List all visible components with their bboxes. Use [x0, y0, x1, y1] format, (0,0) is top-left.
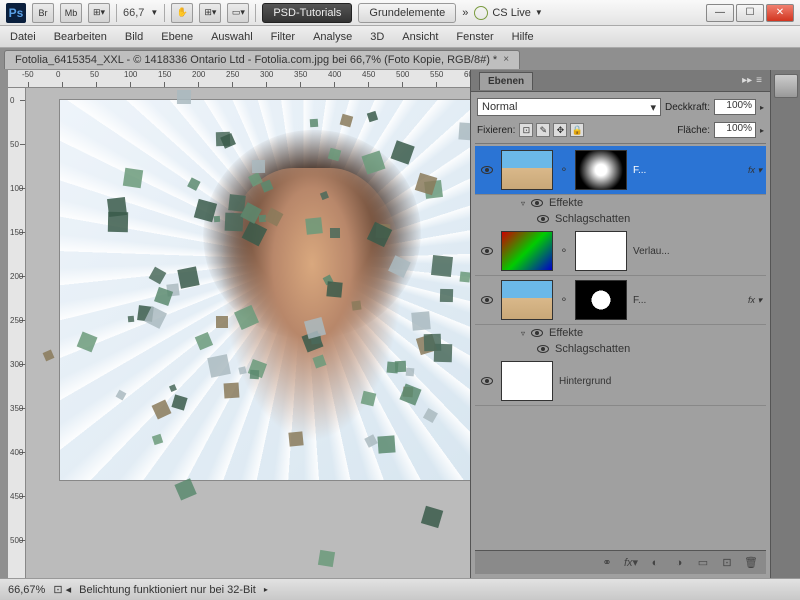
- layer-visibility-icon[interactable]: [479, 374, 495, 388]
- collapsed-panel-icon[interactable]: [774, 74, 798, 98]
- menu-bild[interactable]: Bild: [125, 31, 143, 43]
- workspace-tab-other[interactable]: Grundelemente: [358, 3, 456, 23]
- status-zoom[interactable]: 66,67%: [8, 584, 45, 596]
- layer-row[interactable]: ⚬ Verlau...: [475, 227, 766, 276]
- layer-name[interactable]: Hintergrund: [559, 376, 762, 387]
- layer-fx-badge[interactable]: fx ▾: [748, 165, 762, 176]
- status-doc-nav-icon[interactable]: ⊡ ◂: [53, 583, 71, 596]
- layer-thumbnail[interactable]: [501, 150, 553, 190]
- menu-fenster[interactable]: Fenster: [456, 31, 493, 43]
- workspace-tab-active[interactable]: PSD-Tutorials: [262, 3, 352, 23]
- lock-pixels-icon[interactable]: ✎: [536, 123, 550, 137]
- layer-mask-link-icon[interactable]: ⚬: [559, 246, 569, 257]
- new-layer-icon[interactable]: ⊡: [720, 556, 734, 570]
- more-workspaces-icon[interactable]: »: [462, 7, 468, 19]
- layer-name[interactable]: F...: [633, 165, 742, 176]
- menubar: Datei Bearbeiten Bild Ebene Auswahl Filt…: [0, 26, 800, 48]
- lock-label: Fixieren:: [477, 125, 515, 136]
- lock-all-icon[interactable]: 🔒: [570, 123, 584, 137]
- fill-label: Fläche:: [677, 125, 710, 136]
- menu-ansicht[interactable]: Ansicht: [402, 31, 438, 43]
- layer-effect-dropshadow[interactable]: Schlagschatten: [475, 341, 766, 357]
- layer-thumbnail[interactable]: [501, 231, 553, 271]
- menu-ebene[interactable]: Ebene: [161, 31, 193, 43]
- cslive-button[interactable]: CS Live▼: [474, 6, 542, 20]
- cslive-icon: [474, 6, 488, 20]
- opacity-label: Deckkraft:: [665, 102, 710, 113]
- document-close-icon[interactable]: ×: [503, 54, 509, 65]
- lock-position-icon[interactable]: ✥: [553, 123, 567, 137]
- layer-visibility-icon[interactable]: [479, 163, 495, 177]
- minibridge-button[interactable]: Mb: [60, 3, 82, 23]
- layer-name[interactable]: F...: [633, 295, 742, 306]
- opacity-field[interactable]: 100%: [714, 99, 756, 115]
- ruler-vertical[interactable]: 050100150200250300350400450500: [8, 88, 26, 578]
- ruler-horizontal[interactable]: -50050100150200250300350400450500550600: [8, 70, 470, 88]
- menu-hilfe[interactable]: Hilfe: [512, 31, 534, 43]
- status-menu-icon[interactable]: ▸: [264, 585, 268, 594]
- layer-effects-row[interactable]: ▿ Effekte: [475, 325, 766, 341]
- layers-panel: Ebenen ▸▸ ≡ Normal▾ Deckkraft: 100% ▸ Fi…: [470, 70, 770, 578]
- document-canvas[interactable]: [60, 100, 470, 480]
- adjustment-layer-icon[interactable]: ◑: [672, 556, 686, 570]
- layer-fx-icon[interactable]: fx▾: [624, 556, 638, 570]
- lock-transparent-icon[interactable]: ⊡: [519, 123, 533, 137]
- layer-fx-badge[interactable]: fx ▾: [748, 295, 762, 306]
- layer-visibility-icon[interactable]: [479, 293, 495, 307]
- blend-mode-dropdown[interactable]: Normal▾: [477, 98, 661, 116]
- layer-mask-icon[interactable]: ◐: [648, 556, 662, 570]
- layer-thumbnail[interactable]: [501, 361, 553, 401]
- layer-mask-thumbnail[interactable]: [575, 280, 627, 320]
- menu-3d[interactable]: 3D: [370, 31, 384, 43]
- canvas-area[interactable]: [26, 88, 470, 578]
- titlebar: Ps Br Mb ⊞▾ 66,7 ▼ ✋ ⊞▾ ▭▾ PSD-Tutorials…: [0, 0, 800, 26]
- arrange-docs-button[interactable]: ⊞▾: [199, 3, 221, 23]
- app-icon: Ps: [6, 3, 26, 23]
- status-bar: 66,67% ⊡ ◂ Belichtung funktioniert nur b…: [0, 578, 800, 600]
- menu-datei[interactable]: Datei: [10, 31, 36, 43]
- menu-analyse[interactable]: Analyse: [313, 31, 352, 43]
- layer-mask-link-icon[interactable]: ⚬: [559, 165, 569, 176]
- layer-group-icon[interactable]: ▭: [696, 556, 710, 570]
- menu-bearbeiten[interactable]: Bearbeiten: [54, 31, 107, 43]
- panel-collapse-icon[interactable]: ▸▸: [742, 75, 752, 86]
- zoom-level[interactable]: 66,7: [123, 7, 144, 19]
- layer-mask-thumbnail[interactable]: [575, 231, 627, 271]
- layer-visibility-icon[interactable]: [479, 244, 495, 258]
- document-tab[interactable]: Fotolia_6415354_XXL - © 1418336 Ontario …: [4, 50, 520, 69]
- layer-row[interactable]: Hintergrund: [475, 357, 766, 406]
- maximize-button[interactable]: ☐: [736, 4, 764, 22]
- layers-panel-footer: ⚭ fx▾ ◐ ◑ ▭ ⊡ 🗑: [475, 550, 766, 574]
- layer-thumbnail[interactable]: [501, 280, 553, 320]
- menu-filter[interactable]: Filter: [271, 31, 295, 43]
- layer-row[interactable]: ⚬ F... fx ▾: [475, 146, 766, 195]
- layers-tab[interactable]: Ebenen: [479, 72, 533, 90]
- layer-effect-dropshadow[interactable]: Schlagschatten: [475, 211, 766, 227]
- opacity-slider-icon[interactable]: ▸: [760, 103, 764, 112]
- bridge-button[interactable]: Br: [32, 3, 54, 23]
- minimize-button[interactable]: —: [706, 4, 734, 22]
- delete-layer-icon[interactable]: 🗑: [744, 556, 758, 570]
- close-button[interactable]: ✕: [766, 4, 794, 22]
- link-layers-icon[interactable]: ⚭: [600, 556, 614, 570]
- fill-field[interactable]: 100%: [714, 122, 756, 138]
- layer-row[interactable]: ⚬ F... fx ▾: [475, 276, 766, 325]
- layer-effects-row[interactable]: ▿ Effekte: [475, 195, 766, 211]
- right-dock-strip: [770, 70, 800, 578]
- document-tab-bar: Fotolia_6415354_XXL - © 1418336 Ontario …: [0, 48, 800, 70]
- layer-mask-thumbnail[interactable]: [575, 150, 627, 190]
- left-dock-strip: [0, 70, 8, 578]
- panel-menu-icon[interactable]: ≡: [756, 75, 762, 86]
- status-message: Belichtung funktioniert nur bei 32-Bit: [79, 584, 256, 596]
- hand-tool-button[interactable]: ✋: [171, 3, 193, 23]
- layer-mask-link-icon[interactable]: ⚬: [559, 295, 569, 306]
- menu-auswahl[interactable]: Auswahl: [211, 31, 253, 43]
- layer-name[interactable]: Verlau...: [633, 246, 762, 257]
- screen-mode-button[interactable]: ▭▾: [227, 3, 249, 23]
- view-extras-button[interactable]: ⊞▾: [88, 3, 110, 23]
- fill-slider-icon[interactable]: ▸: [760, 126, 764, 135]
